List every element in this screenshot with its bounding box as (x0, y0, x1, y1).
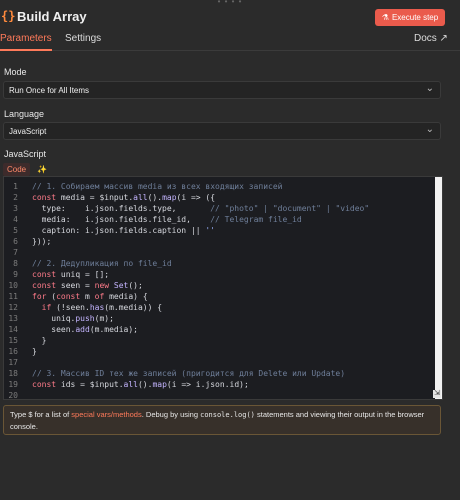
hint-callout: Type $ for a list of special vars/method… (3, 405, 441, 435)
code-line[interactable]: 19 const ids = $input.all().map(i => i.js… (4, 379, 434, 390)
code-line[interactable]: 5 caption: i.json.fields.caption || '' (4, 225, 434, 236)
line-number: 10 (8, 281, 18, 290)
code-line[interactable]: 1 // 1. Собираем массив media из всех вхо… (4, 181, 434, 192)
line-number: 17 (8, 358, 18, 367)
code-text[interactable]: if (!seen.has(m.media)) { (32, 302, 162, 313)
code-line[interactable]: 6})); (4, 236, 434, 247)
code-line[interactable]: 17 (4, 357, 434, 368)
javascript-label: JavaScript (4, 149, 47, 159)
line-number: 20 (8, 391, 18, 400)
code-text[interactable]: const media = $input.all().map(i => ({ (32, 192, 215, 203)
line-number: 8 (13, 259, 18, 268)
mode-value: Run Once for All Items (9, 86, 90, 95)
editor-scrollbar[interactable] (435, 177, 442, 399)
language-label: Language (4, 109, 45, 119)
code-text[interactable]: media: i.json.fields.file_id, // Telegra… (32, 214, 302, 225)
line-number: 1 (13, 182, 18, 191)
execute-step-label: Execute step (391, 13, 439, 22)
code-text[interactable]: } (32, 335, 47, 346)
code-line[interactable]: 16} (4, 346, 434, 357)
language-select[interactable]: JavaScript ⌄ (3, 122, 441, 140)
line-number: 14 (8, 325, 18, 334)
tab-ask-ai[interactable]: ✨ Ask AI (33, 163, 54, 200)
node-title[interactable]: Build Array (17, 9, 87, 24)
line-number: 9 (13, 270, 18, 279)
code-line[interactable]: 14 seen.add(m.media); (4, 324, 434, 335)
line-number: 3 (13, 204, 18, 213)
code-text[interactable]: } (32, 346, 37, 357)
code-line[interactable]: 12 if (!seen.has(m.media)) { (4, 302, 434, 313)
line-number: 19 (8, 380, 18, 389)
code-line[interactable]: 20 (4, 390, 434, 400)
node-header: {} Build Array ⚗ Execute step (0, 0, 460, 33)
code-text[interactable]: uniq.push(m); (32, 313, 114, 324)
code-text[interactable]: const uniq = []; (32, 269, 109, 280)
code-editor[interactable]: 1 // 1. Собираем массив media из всех вхо… (3, 176, 443, 400)
tab-parameters[interactable]: Parameters (0, 33, 52, 51)
code-text[interactable]: // 3. Массив ID тех же записей (пригодит… (32, 368, 345, 379)
line-number: 4 (13, 215, 18, 224)
code-line[interactable]: 18 // 3. Массив ID тех же записей (пригод… (4, 368, 434, 379)
mode-label: Mode (4, 67, 27, 77)
resize-handle-icon[interactable]: ⇲ (433, 390, 441, 398)
code-text[interactable]: // 2. Дедупликация по file_id (32, 258, 172, 269)
tab-settings[interactable]: Settings (65, 33, 101, 44)
line-number: 15 (8, 336, 18, 345)
line-number: 6 (13, 237, 18, 246)
code-line[interactable]: 11 for (const m of media) { (4, 291, 434, 302)
code-line[interactable]: 4 media: i.json.fields.file_id, // Teleg… (4, 214, 434, 225)
line-number: 12 (8, 303, 18, 312)
code-line[interactable]: 7 (4, 247, 434, 258)
code-line[interactable]: 13 uniq.push(m); (4, 313, 434, 324)
code-line[interactable]: 8 // 2. Дедупликация по file_id (4, 258, 434, 269)
hint-text-1: Type $ for a list of (10, 410, 72, 419)
flask-icon: ⚗ (381, 13, 389, 22)
code-line[interactable]: 3 type: i.json.fields.type, // "photo" |… (4, 203, 434, 214)
line-number: 2 (13, 193, 18, 202)
docs-link[interactable]: Docs ↗ (414, 33, 448, 44)
line-number: 7 (13, 248, 18, 257)
line-number: 11 (8, 292, 18, 301)
tab-code[interactable]: Code (3, 163, 31, 176)
hint-text-2: . Debug by using (141, 410, 201, 419)
code-line[interactable]: 2 const media = $input.all().map(i => ({ (4, 192, 434, 203)
code-text[interactable]: const seen = new Set(); (32, 280, 143, 291)
code-text[interactable]: // 1. Собираем массив media из всех вход… (32, 181, 282, 192)
code-text[interactable]: caption: i.json.fields.caption || '' (32, 225, 215, 236)
code-text[interactable]: const ids = $input.all().map(i => i.json… (32, 379, 249, 390)
special-vars-link[interactable]: special vars/methods (71, 410, 141, 419)
code-text[interactable]: seen.add(m.media); (32, 324, 138, 335)
execute-step-button[interactable]: ⚗ Execute step (375, 9, 445, 26)
line-number: 16 (8, 347, 18, 356)
console-log-code: console.log() (200, 411, 255, 419)
mode-select[interactable]: Run Once for All Items ⌄ (3, 81, 441, 99)
code-text[interactable]: })); (32, 236, 51, 247)
chevron-down-icon: ⌄ (425, 83, 434, 94)
code-text[interactable]: for (const m of media) { (32, 291, 148, 302)
code-line[interactable]: 10 const seen = new Set(); (4, 280, 434, 291)
code-line[interactable]: 9 const uniq = []; (4, 269, 434, 280)
code-text[interactable]: type: i.json.fields.type, // "photo" | "… (32, 203, 370, 214)
line-number: 13 (8, 314, 18, 323)
line-number: 18 (8, 369, 18, 378)
tab-bar: Parameters Settings Docs ↗ (0, 33, 460, 51)
chevron-down-icon: ⌄ (425, 124, 434, 135)
language-value: JavaScript (9, 127, 47, 136)
code-line[interactable]: 15 } (4, 335, 434, 346)
code-braces-icon: {} (1, 9, 16, 23)
line-number: 5 (13, 226, 18, 235)
